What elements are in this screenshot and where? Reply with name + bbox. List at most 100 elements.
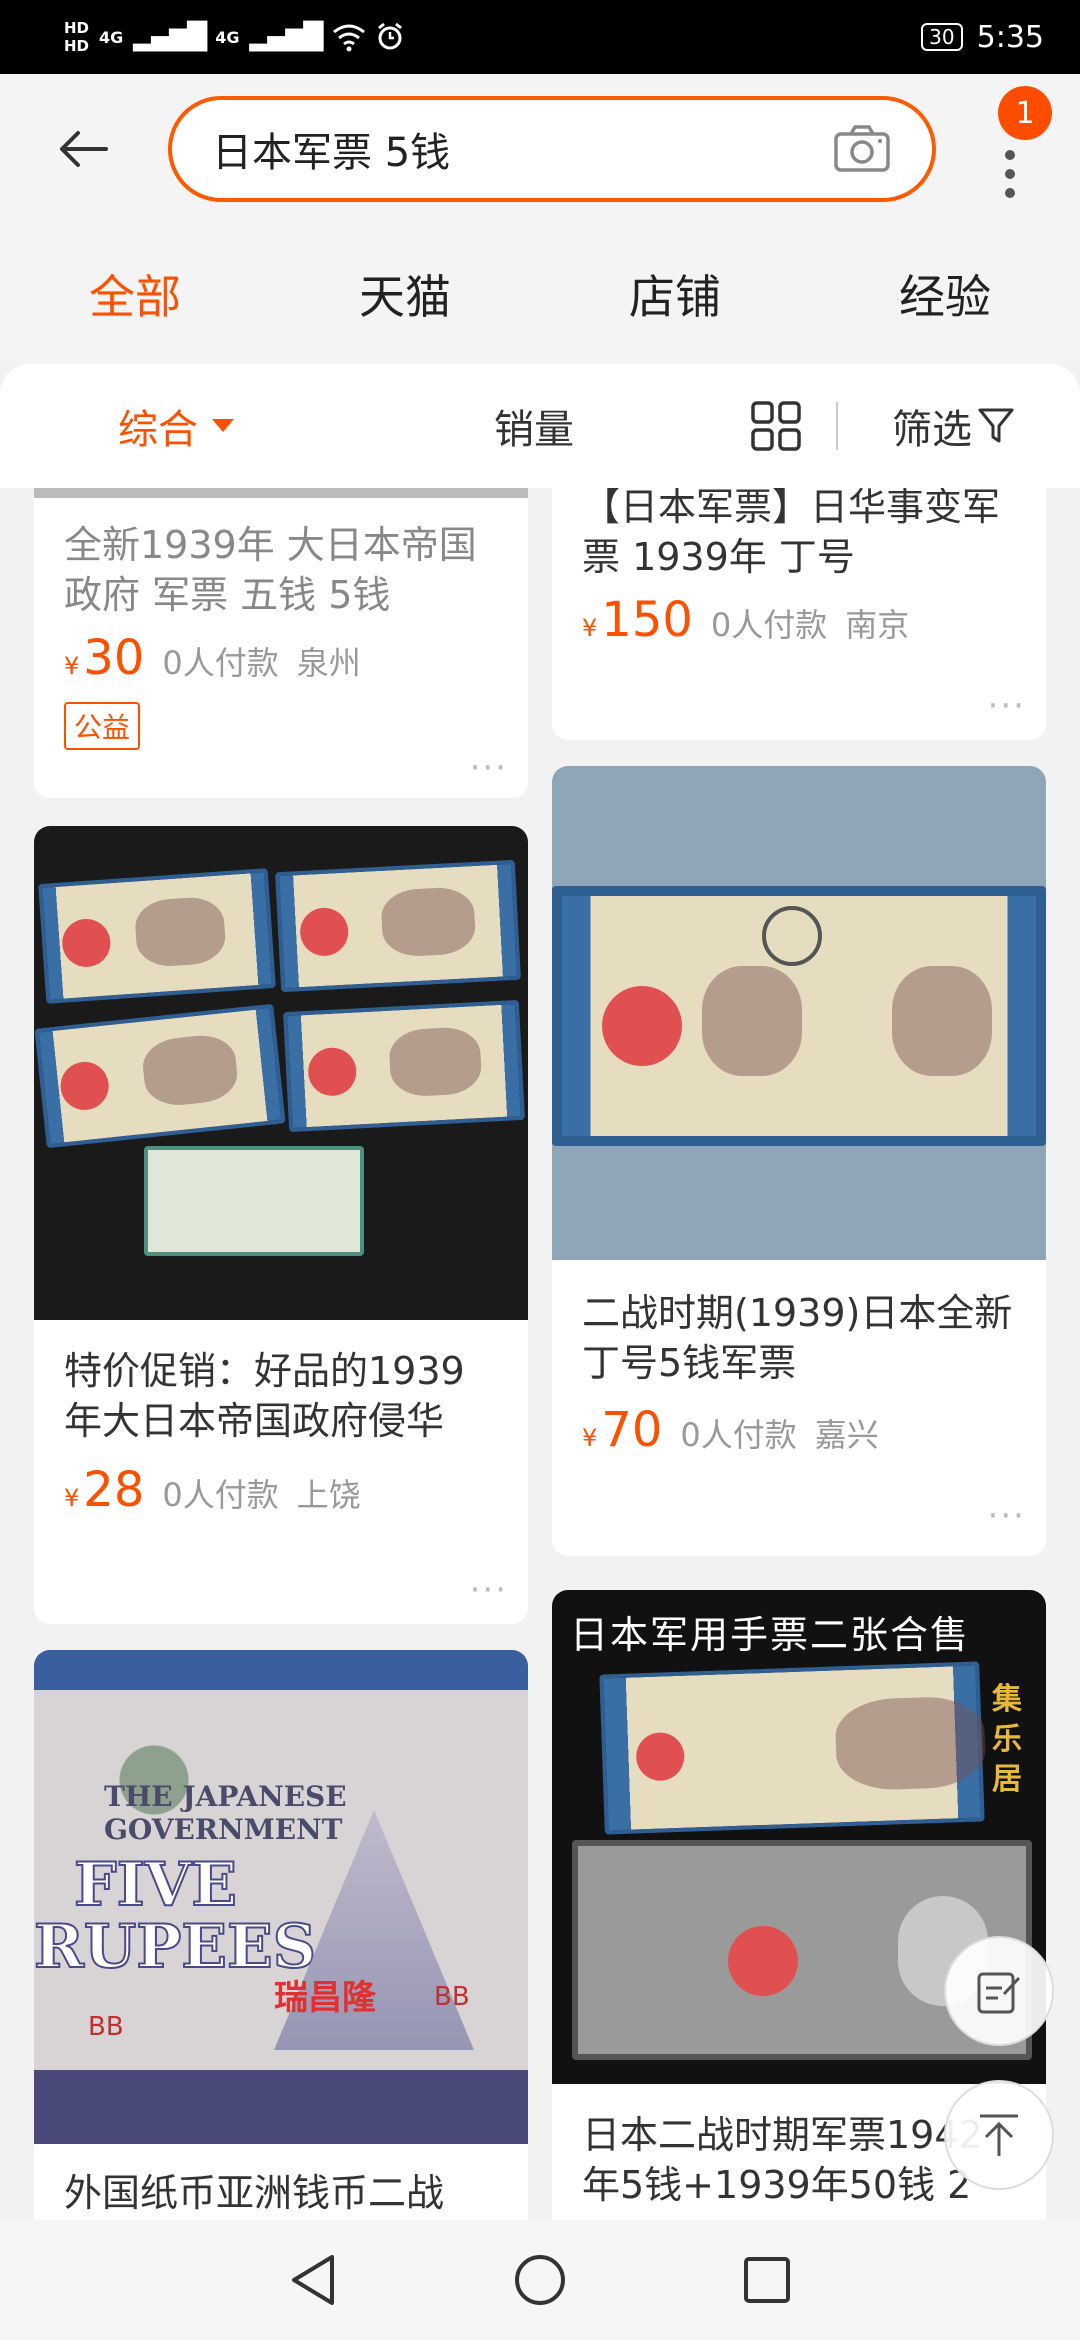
- feedback-button[interactable]: [944, 1936, 1054, 2046]
- filter-bar: 综合 销量 筛选: [0, 364, 1080, 488]
- more-options-icon[interactable]: ···: [470, 748, 508, 788]
- product-city: 上饶: [296, 1476, 361, 1514]
- banknote-image: [34, 1003, 286, 1149]
- notification-badge: 1: [998, 86, 1052, 140]
- serial-code: BB: [88, 2012, 124, 2042]
- seal-mark: [58, 1059, 112, 1113]
- back-to-top-button[interactable]: [944, 2080, 1054, 2190]
- serial-code-2: BB: [434, 1982, 470, 2012]
- funnel-icon: [978, 408, 1014, 443]
- arrow-up-icon: [980, 2114, 1018, 2156]
- tab-tmall[interactable]: 天猫: [270, 261, 540, 327]
- currency-symbol: ¥: [582, 1424, 598, 1452]
- product-price: 150: [601, 592, 693, 648]
- banknote-bottom-border: [34, 2070, 528, 2144]
- nav-back-icon[interactable]: [288, 2253, 338, 2307]
- status-right: 30 5:35: [921, 20, 1044, 55]
- filter-divider: [836, 402, 838, 450]
- network-label-2: 4G: [215, 27, 240, 47]
- product-price: 28: [83, 1462, 145, 1518]
- hd-label-1: HD: [64, 19, 90, 37]
- camera-icon: [834, 125, 890, 172]
- banknote-image: [275, 859, 521, 993]
- signal-icon-2: ▂▄▆█: [249, 22, 324, 52]
- more-options-icon[interactable]: ···: [988, 686, 1026, 726]
- sort-comprehensive-button[interactable]: 综合: [118, 397, 234, 455]
- camera-search-button[interactable]: [832, 123, 892, 175]
- seal-mark: [635, 1731, 686, 1782]
- currency-symbol: ¥: [64, 652, 80, 680]
- product-price: 30: [83, 630, 145, 686]
- sort-sales-button[interactable]: 销量: [494, 397, 574, 455]
- banknote-image: [599, 1661, 987, 1835]
- product-sold: 0人付款: [162, 644, 279, 682]
- more-options-icon[interactable]: ···: [470, 1570, 508, 1610]
- nav-recents-icon[interactable]: [742, 2255, 792, 2305]
- product-image: [34, 826, 528, 1320]
- back-arrow-icon: [60, 131, 108, 167]
- seal-mark: [60, 917, 112, 969]
- seal-mark: [602, 986, 682, 1066]
- product-price: 70: [601, 1402, 663, 1458]
- product-title: 特价促销：好品的1939年大日本帝国政府侵华: [64, 1349, 465, 1443]
- product-sold: 0人付款: [162, 1476, 279, 1514]
- top-app-bar: 日本军票 5钱 1: [0, 74, 1080, 224]
- edit-note-icon: [977, 1972, 1021, 2014]
- product-title: 【日本军票】日华事变军票 1939年 丁号: [582, 488, 1001, 579]
- product-title: 二战时期(1939)日本全新丁号5钱军票: [582, 1291, 1013, 1385]
- banknote-image: [552, 886, 1046, 1146]
- dragon-pattern: [702, 966, 802, 1076]
- hd-indicator: HD HD: [64, 19, 89, 55]
- image-banner-text: 日本军用手票二张合售: [570, 1613, 971, 1657]
- tab-shops[interactable]: 店铺: [540, 261, 810, 327]
- product-card[interactable]: 全新1939年 大日本帝国政府 军票 五钱 5钱 ¥ 30 0人付款 泉州 公益…: [34, 488, 528, 798]
- grid-view-icon[interactable]: [750, 400, 802, 452]
- product-city: 南京: [845, 606, 910, 644]
- more-vertical-icon: [1005, 150, 1015, 198]
- product-card[interactable]: THE JAPANESE GOVERNMENT FIVE RUPEES 瑞昌隆 …: [34, 1650, 528, 2220]
- product-grid: 全新1939年 大日本帝国政府 军票 五钱 5钱 ¥ 30 0人付款 泉州 公益…: [0, 488, 1080, 2220]
- banknote-image: [144, 1146, 364, 1256]
- dragon-pattern: [380, 886, 477, 958]
- sort-label: 综合: [118, 407, 198, 453]
- signal-icon: ▂▄▆█: [133, 22, 207, 52]
- product-image-edge: [34, 488, 528, 498]
- dragon-pattern: [140, 1032, 240, 1109]
- product-meta: ¥ 150 0人付款 南京: [552, 582, 1046, 648]
- filter-label: 筛选: [892, 407, 972, 453]
- system-navigation-bar: [0, 2220, 1080, 2340]
- search-input[interactable]: 日本军票 5钱: [212, 120, 832, 178]
- banknote-header-text: THE JAPANESE GOVERNMENT: [104, 1780, 347, 1846]
- product-card[interactable]: 二战时期(1939)日本全新丁号5钱军票 ¥ 70 0人付款 嘉兴 ···: [552, 766, 1046, 1556]
- wifi-icon: [332, 24, 365, 52]
- product-card[interactable]: 特价促销：好品的1939年大日本帝国政府侵华 ¥ 28 0人付款 上饶 ···: [34, 826, 528, 1624]
- status-left: HD HD 4G ▂▄▆█ 4G ▂▄▆█: [64, 19, 404, 55]
- product-meta: ¥ 70 0人付款 嘉兴: [552, 1388, 1046, 1458]
- dragon-pattern: [133, 895, 227, 969]
- tab-all[interactable]: 全部: [0, 261, 270, 327]
- product-card[interactable]: 【日本军票】日华事变军票 1939年 丁号 ¥ 150 0人付款 南京 ···: [552, 488, 1046, 740]
- product-image: [552, 766, 1046, 1260]
- currency-symbol: ¥: [64, 1484, 80, 1512]
- seal-mark: [306, 1046, 358, 1097]
- nav-home-icon[interactable]: [513, 2253, 567, 2307]
- shop-watermark: 集乐居: [992, 1682, 1022, 1797]
- filter-button[interactable]: 筛选: [892, 397, 1014, 455]
- product-city: 嘉兴: [814, 1416, 879, 1454]
- chrysanthemum-crest: [762, 906, 822, 966]
- banknote-image: [38, 868, 276, 1004]
- more-options-icon[interactable]: ···: [988, 1496, 1026, 1536]
- battery-indicator: 30: [921, 23, 963, 51]
- tab-experience[interactable]: 经验: [810, 261, 1080, 327]
- search-box[interactable]: 日本军票 5钱: [168, 96, 936, 202]
- status-bar: HD HD 4G ▂▄▆█ 4G ▂▄▆█ 30 5:35: [0, 0, 1080, 74]
- product-meta: ¥ 28 0人付款 上饶: [34, 1446, 528, 1518]
- product-city: 泉州: [296, 644, 361, 682]
- banknote-value-text: FIVE: [73, 1849, 238, 1921]
- seller-stamp: 瑞昌隆: [274, 1978, 376, 2018]
- back-button[interactable]: [48, 114, 118, 184]
- seal-mark: [728, 1926, 798, 1996]
- category-tabs: 全部 天猫 店铺 经验: [0, 224, 1080, 364]
- banknote-image: [283, 999, 525, 1133]
- caret-down-icon: [212, 419, 234, 432]
